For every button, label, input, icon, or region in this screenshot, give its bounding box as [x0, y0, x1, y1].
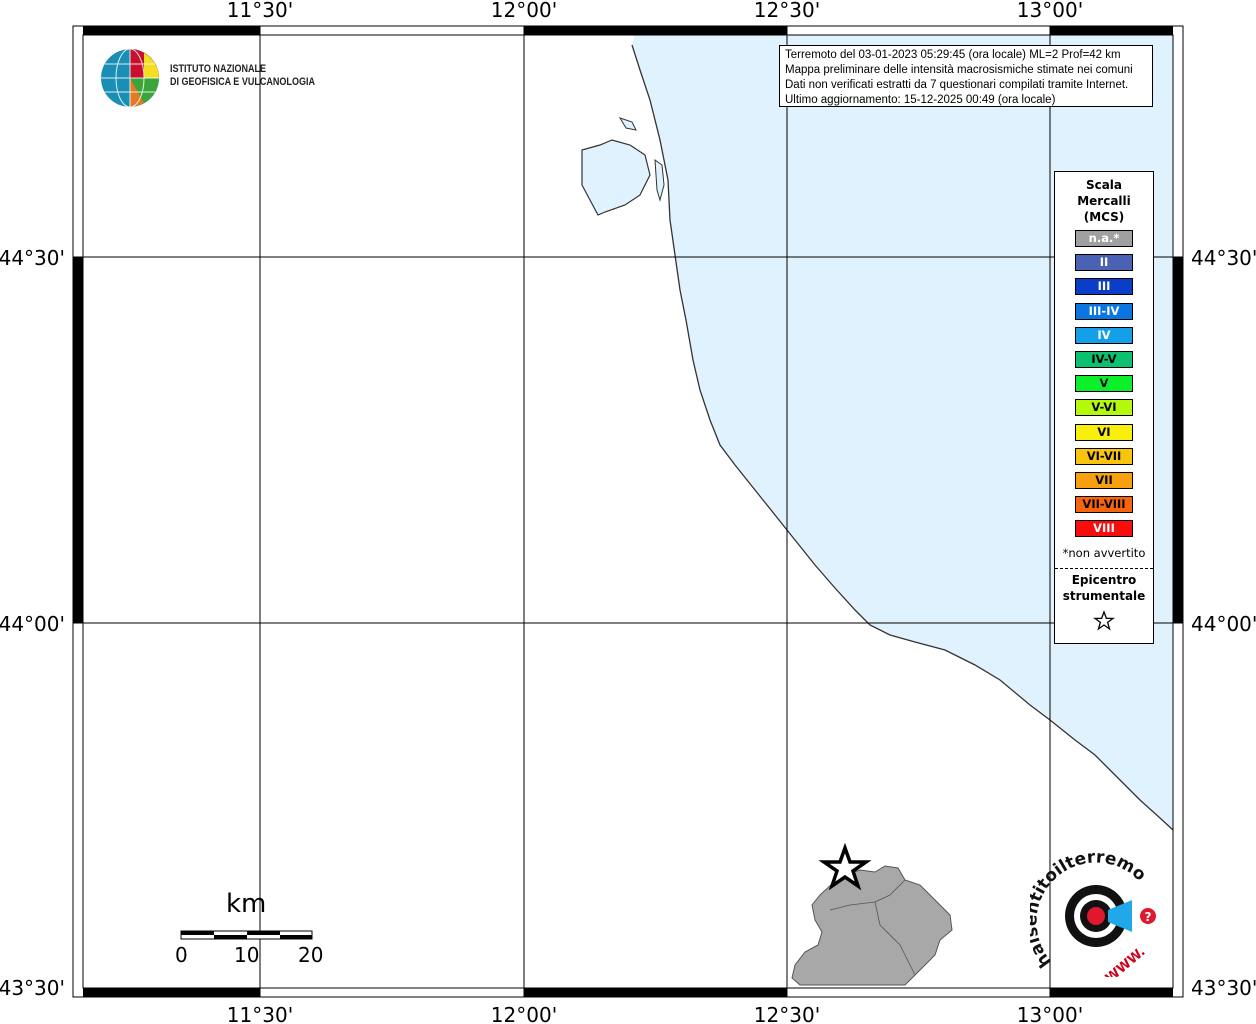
- legend-separator: [1055, 568, 1153, 569]
- legend-item: II: [1075, 254, 1133, 272]
- legend-item: IV: [1075, 326, 1133, 344]
- lon-ticks-bottom: 11°30' 12°00' 12°30' 13°00': [227, 1003, 1083, 1024]
- lat-tick-right: 44°00': [1191, 612, 1256, 636]
- lat-tick-left: 44°00': [0, 612, 65, 636]
- legend-item: VI: [1075, 423, 1133, 441]
- scale-label: 0: [175, 943, 188, 967]
- globe-icon: [101, 48, 159, 108]
- legend-item: IV-V: [1075, 351, 1133, 368]
- lat-ticks-right: 44°30' 44°00' 43°30': [1191, 246, 1256, 1000]
- legend-item: VIII: [1075, 520, 1133, 538]
- scale-bar-unit: km: [226, 889, 267, 919]
- haisentito-url: WWW.: [1103, 944, 1149, 977]
- legend-item: V-VI: [1075, 399, 1133, 417]
- scale-label: 10: [234, 943, 260, 967]
- lat-tick-right: 43°30': [1191, 976, 1256, 1000]
- event-info-line: Dati non verificati estratti da 7 questi…: [785, 79, 1129, 91]
- event-info-line: Terremoto del 03-01-2023 05:29:45 (ora l…: [785, 49, 1121, 61]
- ingv-line1: ISTITUTO NAZIONALE: [170, 63, 267, 75]
- event-info-box: Terremoto del 03-01-2023 05:29:45 (ora l…: [779, 45, 1153, 107]
- legend-title: Scala Mercalli (MCS): [1055, 177, 1153, 225]
- legend-item: III-IV: [1075, 302, 1133, 320]
- lon-tick-top: 11°30': [227, 0, 293, 22]
- lon-ticks-top: 11°30' 12°00' 12°30' 13°00': [227, 0, 1083, 22]
- lon-tick-bottom: 12°30': [754, 1003, 820, 1024]
- legend-epi-line: strumentale: [1062, 589, 1146, 603]
- scale-label: 20: [298, 943, 324, 967]
- event-info-line: Ultimo aggiornamento: 15-12-2025 00:49 (…: [785, 94, 1056, 106]
- lagoon-valli: [581, 139, 651, 216]
- lat-tick-left: 44°30': [0, 246, 65, 270]
- legend-item: VII-VIII: [1075, 496, 1133, 514]
- scale-bar-graphic: [180, 930, 313, 940]
- lon-tick-bottom: 12°00': [491, 1003, 557, 1024]
- ingv-logo: [100, 48, 164, 114]
- legend-item: n.a.*: [1075, 230, 1133, 247]
- province-area: [791, 865, 953, 986]
- lon-tick-bottom: 11°30': [227, 1003, 293, 1024]
- scale-bar: km 0 10 20: [150, 885, 350, 975]
- legend-item: V: [1075, 375, 1133, 393]
- question-icon: ?: [1145, 910, 1152, 924]
- legend-title-line: (MCS): [1083, 210, 1125, 224]
- lagoon-spit: [654, 158, 665, 202]
- lon-tick-top: 13°00': [1017, 0, 1083, 22]
- legend-item: VII: [1075, 472, 1133, 489]
- star-icon: [1093, 610, 1115, 631]
- haisentito-logo: haisentitoilterremoto.it WWW. ?: [1021, 837, 1160, 986]
- legend-title-line: Mercalli: [1077, 194, 1131, 208]
- legend-title-line: Scala: [1085, 178, 1123, 192]
- legend-item: VI-VII: [1075, 447, 1133, 465]
- lat-tick-right: 44°30': [1191, 246, 1256, 270]
- lon-tick-top: 12°00': [491, 0, 557, 22]
- haisentito-logo-graphic: haisentitoilterremoto.it WWW. ?: [1021, 837, 1156, 986]
- lat-tick-left: 43°30': [0, 976, 65, 1000]
- event-info-line: Mappa preliminare delle intensità macros…: [785, 64, 1133, 76]
- legend-note: *non avvertito: [1062, 546, 1146, 560]
- legend-epi-line: Epicentro: [1071, 573, 1137, 587]
- lat-ticks-left: 44°30' 44°00' 43°30': [0, 246, 65, 1000]
- lon-tick-top: 12°30': [754, 0, 820, 22]
- lon-tick-bottom: 13°00': [1017, 1003, 1083, 1024]
- mcs-legend: Scala Mercalli (MCS) *non avvertito Epic…: [1054, 171, 1154, 644]
- legend-epicenter-label: Epicentro strumentale: [1055, 572, 1153, 604]
- ingv-logo-text: ISTITUTO NAZIONALE DI GEOFISICA E VULCAN…: [170, 63, 315, 89]
- legend-item: III: [1075, 278, 1133, 296]
- lagoon-small: [618, 117, 637, 131]
- ingv-line2: DI GEOFISICA E VULCANOLOGIA: [170, 76, 315, 88]
